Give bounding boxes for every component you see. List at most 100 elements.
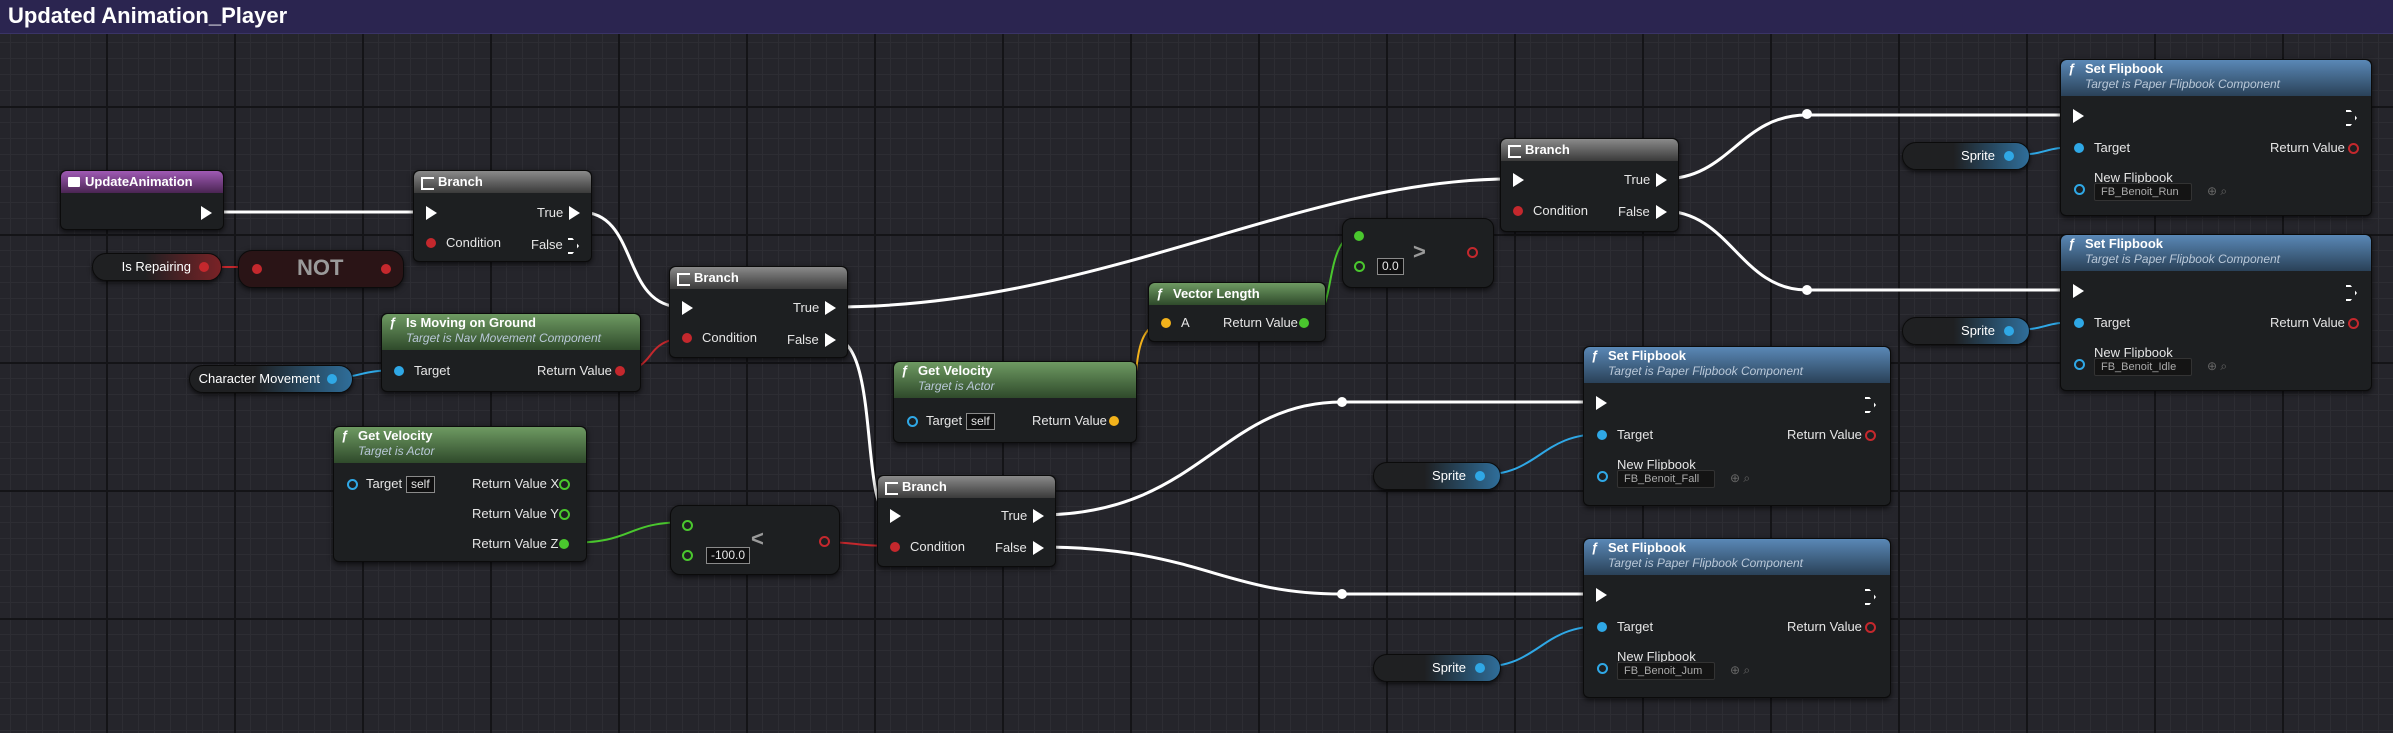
get-velocity-node-2[interactable]: ƒ Get Velocity Target is Actor Target self… [893, 361, 1137, 443]
wire-layer [200, 113, 2081, 668]
self-field[interactable]: self [966, 413, 995, 430]
condition-pin[interactable] [426, 238, 436, 248]
bool-out-pin[interactable] [199, 262, 209, 272]
browse-icon[interactable]: ⊕ ⌕ [1730, 471, 1750, 486]
object-out-pin[interactable] [2004, 151, 2014, 161]
false-exec-pin[interactable] [825, 333, 836, 347]
object-out-pin[interactable] [1475, 663, 1485, 673]
target-pin[interactable] [2074, 318, 2084, 328]
target-pin[interactable] [347, 479, 358, 490]
return-value-pin[interactable] [2348, 143, 2359, 154]
float-in-a-pin[interactable] [682, 520, 693, 531]
exec-out-pin[interactable] [2346, 110, 2357, 126]
browse-icon[interactable]: ⊕ ⌕ [2207, 359, 2227, 374]
return-z-pin[interactable] [559, 539, 569, 549]
bool-in-pin[interactable] [252, 264, 262, 274]
reroute-knot[interactable] [1337, 397, 1347, 407]
sprite-getter[interactable]: Sprite [1902, 142, 2030, 170]
a-pin[interactable] [1161, 318, 1171, 328]
set-flipbook-run-node[interactable]: ƒ Set Flipbook Target is Paper Flipbook Co… [2060, 59, 2372, 216]
not-node[interactable]: NOT [238, 250, 404, 288]
return-value-pin[interactable] [1865, 430, 1876, 441]
sprite-getter[interactable]: Sprite [1373, 462, 1501, 490]
branch-icon [677, 273, 690, 286]
character-movement-getter[interactable]: Character Movement [189, 365, 353, 393]
target-pin[interactable] [1597, 430, 1607, 440]
object-out-pin[interactable] [327, 374, 337, 384]
true-exec-pin[interactable] [825, 301, 836, 315]
object-out-pin[interactable] [1475, 471, 1485, 481]
reroute-knot[interactable] [1802, 109, 1812, 119]
compare-value-field[interactable]: 0.0 [1377, 258, 1404, 275]
float-in-a-pin[interactable] [1354, 231, 1364, 241]
new-flipbook-pin[interactable] [1597, 471, 1608, 482]
new-flipbook-pin[interactable] [2074, 184, 2085, 195]
return-value-pin[interactable] [2348, 318, 2359, 329]
return-value-pin[interactable] [1865, 622, 1876, 633]
get-velocity-node-1[interactable]: ƒ Get Velocity Target is Actor Target self… [333, 426, 587, 562]
exec-in-pin[interactable] [1513, 173, 1524, 187]
new-flipbook-pin[interactable] [2074, 359, 2085, 370]
return-value-pin[interactable] [1299, 318, 1309, 328]
exec-out-pin[interactable] [1865, 589, 1876, 605]
branch-node-2[interactable]: Branch True Condition False [669, 266, 848, 358]
exec-in-pin[interactable] [1596, 588, 1607, 602]
return-x-pin[interactable] [559, 479, 570, 490]
exec-in-pin[interactable] [2073, 109, 2084, 123]
flipbook-asset-combo[interactable]: FB_Benoit_Jum [1617, 662, 1715, 680]
return-y-pin[interactable] [559, 509, 570, 520]
bool-out-pin[interactable] [819, 536, 830, 547]
true-exec-pin[interactable] [1033, 509, 1044, 523]
target-pin[interactable] [2074, 143, 2084, 153]
condition-pin[interactable] [890, 542, 900, 552]
exec-in-pin[interactable] [2073, 284, 2084, 298]
new-flipbook-pin[interactable] [1597, 663, 1608, 674]
object-out-pin[interactable] [2004, 326, 2014, 336]
float-in-b-pin[interactable] [1354, 261, 1365, 272]
bool-out-pin[interactable] [381, 264, 391, 274]
exec-out-pin[interactable] [1865, 397, 1876, 413]
exec-out-pin[interactable] [2346, 285, 2357, 301]
condition-pin[interactable] [1513, 206, 1523, 216]
less-than-node[interactable]: -100.0 < [670, 505, 840, 575]
exec-in-pin[interactable] [890, 509, 901, 523]
flipbook-asset-combo[interactable]: FB_Benoit_Run [2094, 183, 2192, 201]
condition-pin[interactable] [682, 333, 692, 343]
reroute-knot[interactable] [1337, 589, 1347, 599]
set-flipbook-fall-node[interactable]: ƒ Set Flipbook Target is Paper Flipbook Co… [1583, 346, 1891, 506]
is-repairing-getter[interactable]: Is Repairing [92, 253, 222, 281]
false-exec-pin[interactable] [1033, 541, 1044, 555]
set-flipbook-jump-node[interactable]: ƒ Set Flipbook Target is Paper Flipbook Co… [1583, 538, 1891, 698]
sprite-getter[interactable]: Sprite [1373, 654, 1501, 682]
target-pin[interactable] [907, 416, 918, 427]
flipbook-asset-combo[interactable]: FB_Benoit_Fall [1617, 470, 1715, 488]
flipbook-asset-combo[interactable]: FB_Benoit_Idle [2094, 358, 2192, 376]
target-pin[interactable] [1597, 622, 1607, 632]
branch-node-1[interactable]: Branch True Condition False [413, 170, 592, 262]
branch-node-3[interactable]: Branch True Condition False [877, 475, 1056, 567]
float-in-b-pin[interactable] [682, 550, 693, 561]
branch-node-4[interactable]: Branch True Condition False [1500, 138, 1679, 232]
true-exec-pin[interactable] [1656, 173, 1667, 187]
return-value-pin[interactable] [1109, 416, 1119, 426]
set-flipbook-idle-node[interactable]: ƒ Set Flipbook Target is Paper Flipbook Co… [2060, 234, 2372, 391]
target-pin[interactable] [394, 366, 404, 376]
true-exec-pin[interactable] [569, 206, 580, 220]
vector-length-node[interactable]: ƒ Vector Length A Return Value [1148, 282, 1326, 342]
self-field[interactable]: self [406, 476, 435, 493]
update-animation-node[interactable]: UpdateAnimation [60, 170, 224, 230]
return-value-pin[interactable] [615, 366, 625, 376]
exec-in-pin[interactable] [682, 301, 693, 315]
reroute-knot[interactable] [1802, 285, 1812, 295]
browse-icon[interactable]: ⊕ ⌕ [2207, 184, 2227, 199]
exec-in-pin[interactable] [426, 206, 437, 220]
exec-in-pin[interactable] [1596, 396, 1607, 410]
sprite-getter[interactable]: Sprite [1902, 317, 2030, 345]
bool-out-pin[interactable] [1467, 247, 1478, 258]
false-exec-pin[interactable] [1656, 205, 1667, 219]
is-moving-on-ground-node[interactable]: ƒ Is Moving on Ground Target is Nav Moveme… [381, 313, 641, 392]
exec-out-pin[interactable] [201, 206, 212, 220]
compare-value-field[interactable]: -100.0 [706, 547, 751, 564]
greater-than-node[interactable]: 0.0 > [1342, 218, 1494, 288]
browse-icon[interactable]: ⊕ ⌕ [1730, 663, 1750, 678]
